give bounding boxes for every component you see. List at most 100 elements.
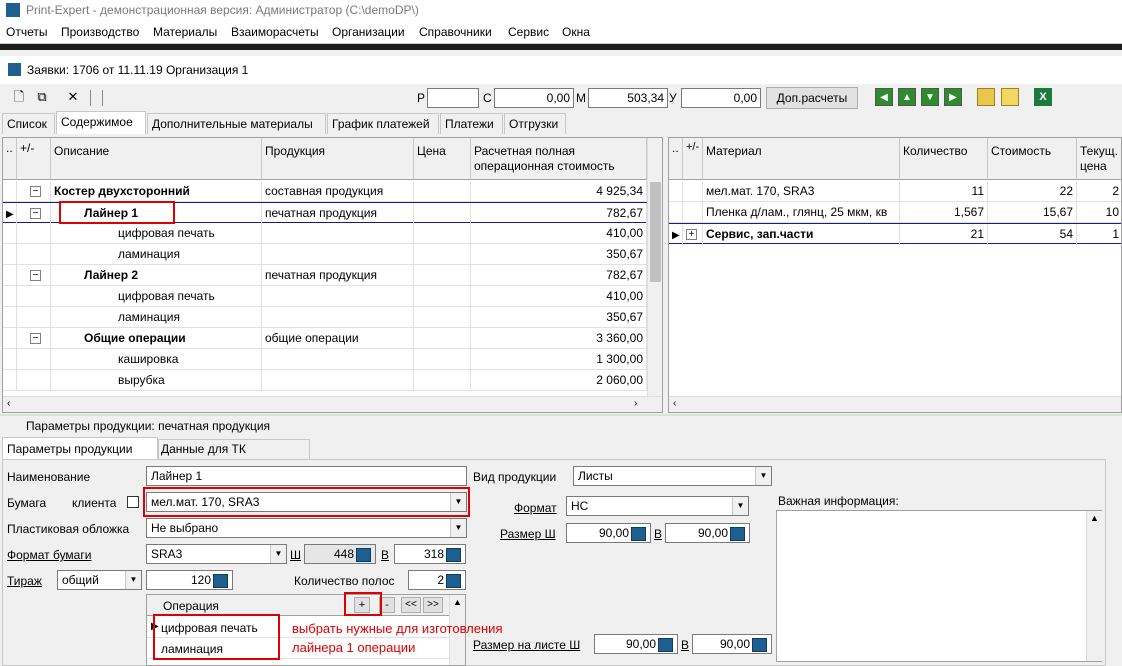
chevron-down-icon[interactable]: ▼ bbox=[732, 497, 748, 515]
mat-col-pm-header[interactable]: +/- bbox=[683, 138, 703, 180]
size-w-field[interactable]: 90,00 bbox=[566, 523, 651, 543]
format-combo[interactable]: SRA3 ▼ bbox=[146, 544, 287, 564]
folder-open-icon[interactable] bbox=[977, 88, 995, 106]
content-row[interactable]: цифровая печать 410,00 bbox=[3, 286, 647, 307]
col-price-header[interactable]: Цена bbox=[414, 138, 471, 180]
content-row[interactable]: вырубка 2 060,00 bbox=[3, 370, 647, 391]
calculator-icon[interactable] bbox=[446, 573, 461, 588]
row-price bbox=[414, 203, 471, 224]
tirazh-type-combo[interactable]: общий ▼ bbox=[57, 570, 142, 590]
mat-col-material-header[interactable]: Материал bbox=[703, 138, 900, 180]
content-row[interactable]: кашировка 1 300,00 bbox=[3, 349, 647, 370]
menu-materials[interactable]: Материалы bbox=[153, 25, 217, 39]
chevron-down-icon[interactable]: ▼ bbox=[755, 467, 771, 485]
tab-content[interactable]: Содержимое bbox=[56, 111, 146, 134]
content-row[interactable]: ламинация 350,67 bbox=[3, 307, 647, 328]
menu-reports[interactable]: Отчеты bbox=[6, 25, 47, 39]
client-checkbox[interactable] bbox=[127, 496, 139, 508]
scroll-left-icon[interactable]: ‹ bbox=[673, 398, 676, 409]
op-next-button[interactable]: >> bbox=[423, 597, 443, 613]
col-cost-header[interactable]: Расчетная полная операционная стоимость bbox=[471, 138, 647, 180]
calculator-icon[interactable] bbox=[213, 573, 228, 588]
op-prev-button[interactable]: << bbox=[401, 597, 421, 613]
collapse-icon[interactable]: − bbox=[30, 186, 41, 197]
scroll-up-icon[interactable]: ▲ bbox=[453, 597, 462, 607]
m-input[interactable]: 503,34 bbox=[588, 88, 668, 108]
scroll-left-icon[interactable]: ‹ bbox=[7, 398, 10, 409]
scroll-thumb[interactable] bbox=[650, 182, 661, 282]
menu-references[interactable]: Справочники bbox=[419, 25, 492, 39]
new-icon[interactable]: 🗋 bbox=[10, 88, 28, 106]
menu-organizations[interactable]: Организации bbox=[332, 25, 405, 39]
content-row[interactable]: ламинация 350,67 bbox=[3, 244, 647, 265]
collapse-icon[interactable]: − bbox=[30, 270, 41, 281]
arrow-right-icon[interactable]: ▶ bbox=[944, 88, 962, 106]
tab-payments[interactable]: Платежи bbox=[440, 113, 503, 134]
chevron-down-icon[interactable]: ▼ bbox=[450, 519, 466, 537]
mat-col-cost-header[interactable]: Стоимость bbox=[988, 138, 1077, 180]
collapse-icon[interactable]: − bbox=[30, 208, 41, 219]
content-row[interactable]: − Лайнер 2 печатная продукция 782,67 bbox=[3, 265, 647, 286]
material-row[interactable]: Пленка д/лам., глянц, 25 мкм, кв 1,567 15,… bbox=[669, 202, 1121, 223]
menu-windows[interactable]: Окна bbox=[562, 25, 590, 39]
material-row[interactable]: ▶ + Сервис, зап.части 21 54 1 bbox=[669, 223, 1121, 245]
params-tab-tk[interactable]: Данные для ТК bbox=[158, 439, 310, 459]
horizontal-scrollbar[interactable]: ‹ › bbox=[3, 396, 662, 412]
params-tab-main[interactable]: Параметры продукции bbox=[2, 437, 158, 459]
dop-raschety-button[interactable]: Доп.расчеты bbox=[766, 87, 858, 109]
vid-combo[interactable]: Листы ▼ bbox=[573, 466, 772, 486]
collapse-icon[interactable]: − bbox=[30, 333, 41, 344]
menu-production[interactable]: Производство bbox=[61, 25, 139, 39]
mat-col-cur-header[interactable]: Текущ. цена bbox=[1077, 138, 1121, 180]
p-input[interactable] bbox=[427, 88, 479, 108]
c-input[interactable]: 0,00 bbox=[494, 88, 574, 108]
vertical-scrollbar[interactable] bbox=[647, 138, 662, 396]
calculator-icon[interactable] bbox=[730, 526, 745, 541]
col-product-header[interactable]: Продукция bbox=[262, 138, 414, 180]
col-description-header[interactable]: Описание bbox=[51, 138, 262, 180]
material-row[interactable]: мел.мат. 170, SRA3 11 22 2 bbox=[669, 181, 1121, 202]
size-h-field[interactable]: 90,00 bbox=[665, 523, 750, 543]
col-pm-header[interactable]: +/- bbox=[17, 138, 51, 180]
sheet-h-field[interactable]: 90,00 bbox=[692, 634, 772, 654]
w-field[interactable]: 448 bbox=[304, 544, 376, 564]
expand-icon[interactable]: + bbox=[686, 229, 697, 240]
calculator-icon[interactable] bbox=[446, 547, 461, 562]
calculator-icon[interactable] bbox=[658, 637, 673, 652]
folder-icon[interactable] bbox=[1001, 88, 1019, 106]
info-textarea[interactable]: ▲ bbox=[776, 510, 1102, 662]
arrow-up-icon[interactable]: ▲ bbox=[898, 88, 916, 106]
excel-icon[interactable]: X bbox=[1034, 88, 1052, 106]
name-field[interactable]: Лайнер 1 bbox=[146, 466, 467, 486]
tab-shipments[interactable]: Отгрузки bbox=[504, 113, 566, 134]
calculator-icon[interactable] bbox=[631, 526, 646, 541]
scroll-right-icon[interactable]: › bbox=[634, 398, 637, 409]
materials-horizontal-scrollbar[interactable]: ‹ bbox=[669, 396, 1121, 412]
calculator-icon[interactable] bbox=[356, 547, 371, 562]
mat-col-qty-header[interactable]: Количество bbox=[900, 138, 988, 180]
cover-combo[interactable]: Не выбрано ▼ bbox=[146, 518, 467, 538]
tab-additional-materials[interactable]: Дополнительные материалы bbox=[147, 113, 326, 134]
u-input[interactable]: 0,00 bbox=[681, 88, 761, 108]
calculator-icon[interactable] bbox=[752, 637, 767, 652]
content-row[interactable]: − Общие операции общие операции 3 360,00 bbox=[3, 328, 647, 349]
chevron-down-icon[interactable]: ▼ bbox=[270, 545, 286, 563]
content-row[interactable]: − Костер двухсторонний составная продукция… bbox=[3, 181, 647, 202]
scroll-up-icon[interactable]: ▲ bbox=[1090, 513, 1099, 523]
info-scrollbar[interactable]: ▲ bbox=[1086, 511, 1102, 661]
sheet-w-field[interactable]: 90,00 bbox=[594, 634, 678, 654]
menu-settlements[interactable]: Взаиморасчеты bbox=[231, 25, 319, 39]
fmt-combo[interactable]: НС ▼ bbox=[566, 496, 749, 516]
menu-service[interactable]: Сервис bbox=[508, 25, 549, 39]
delete-icon[interactable]: ✕ bbox=[64, 88, 82, 106]
chevron-down-icon[interactable]: ▼ bbox=[125, 571, 141, 589]
tab-list[interactable]: Список bbox=[2, 113, 55, 134]
arrow-down-icon[interactable]: ▼ bbox=[921, 88, 939, 106]
arrow-left-icon[interactable]: ◀ bbox=[875, 88, 893, 106]
h-field[interactable]: 318 bbox=[394, 544, 466, 564]
copy-icon[interactable]: ⧉ bbox=[33, 88, 51, 106]
polos-field[interactable]: 2 bbox=[408, 570, 466, 590]
content-row[interactable]: цифровая печать 410,00 bbox=[3, 223, 647, 244]
tab-payment-schedule[interactable]: График платежей bbox=[327, 113, 439, 134]
tirazh-field[interactable]: 120 bbox=[146, 570, 233, 590]
